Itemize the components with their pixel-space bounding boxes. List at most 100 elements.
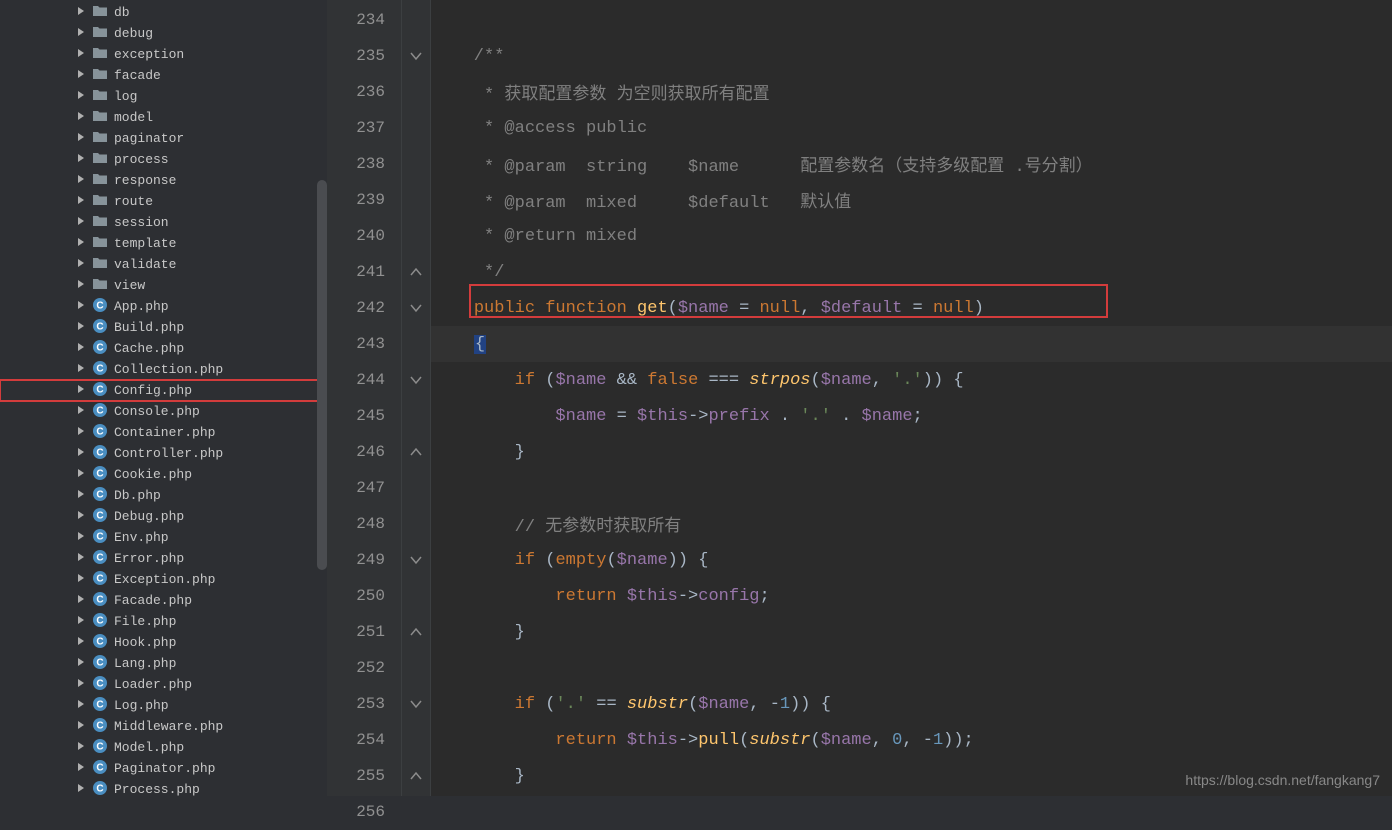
fold-marker[interactable] (402, 650, 430, 686)
file-explorer-sidebar[interactable]: dbdebugexceptionfacadelogmodelpaginatorp… (0, 0, 327, 796)
fold-marker[interactable] (402, 398, 430, 434)
code-line-237[interactable]: * @access public (431, 110, 1392, 146)
fold-marker[interactable] (402, 362, 430, 398)
tree-item-middleware-php[interactable]: CMiddleware.php (0, 716, 327, 737)
tree-item-route[interactable]: route (0, 191, 327, 212)
chevron-right-icon (76, 467, 92, 482)
sidebar-scrollbar[interactable] (317, 0, 327, 796)
code-line-251[interactable]: } (431, 614, 1392, 650)
tree-item-container-php[interactable]: CContainer.php (0, 422, 327, 443)
chevron-right-icon (76, 614, 92, 629)
fold-marker[interactable] (402, 38, 430, 74)
tree-item-file-php[interactable]: CFile.php (0, 611, 327, 632)
tree-item-cache-php[interactable]: CCache.php (0, 338, 327, 359)
tree-item-facade-php[interactable]: CFacade.php (0, 590, 327, 611)
fold-marker[interactable] (402, 110, 430, 146)
tree-item-debug[interactable]: debug (0, 23, 327, 44)
code-line-240[interactable]: * @return mixed (431, 218, 1392, 254)
tree-item-error-php[interactable]: CError.php (0, 548, 327, 569)
code-line-252[interactable] (431, 650, 1392, 686)
code-line-239[interactable]: * @param mixed $default 默认值 (431, 182, 1392, 218)
code-line-241[interactable]: */ (431, 254, 1392, 290)
tree-item-collection-php[interactable]: CCollection.php (0, 359, 327, 380)
code-line-236[interactable]: * 获取配置参数 为空则获取所有配置 (431, 74, 1392, 110)
tree-item-validate[interactable]: validate (0, 254, 327, 275)
fold-marker[interactable] (402, 218, 430, 254)
code-line-250[interactable]: return $this->config; (431, 578, 1392, 614)
fold-marker[interactable] (402, 326, 430, 362)
tree-item-label: template (114, 236, 176, 251)
folder-icon (92, 24, 114, 44)
tree-item-paginator[interactable]: paginator (0, 128, 327, 149)
code-line-245[interactable]: $name = $this->prefix . '.' . $name; (431, 398, 1392, 434)
code-editor[interactable]: 2342352362372382392402412422432442452462… (327, 0, 1392, 796)
fold-marker[interactable] (402, 686, 430, 722)
code-line-254[interactable]: return $this->pull(substr($name, 0, -1))… (431, 722, 1392, 758)
code-line-234[interactable] (431, 2, 1392, 38)
code-line-247[interactable] (431, 470, 1392, 506)
tree-item-controller-php[interactable]: CController.php (0, 443, 327, 464)
sidebar-scrollbar-thumb[interactable] (317, 180, 327, 570)
tree-item-lang-php[interactable]: CLang.php (0, 653, 327, 674)
code-line-242[interactable]: public function get($name = null, $defau… (431, 290, 1392, 326)
tree-item-model[interactable]: model (0, 107, 327, 128)
tree-item-loader-php[interactable]: CLoader.php (0, 674, 327, 695)
fold-marker[interactable] (402, 74, 430, 110)
fold-column[interactable] (401, 0, 431, 796)
fold-marker[interactable] (402, 2, 430, 38)
fold-marker[interactable] (402, 470, 430, 506)
tree-item-config-php[interactable]: CConfig.php (0, 380, 327, 401)
tree-item-template[interactable]: template (0, 233, 327, 254)
tree-item-view[interactable]: view (0, 275, 327, 296)
fold-marker[interactable] (402, 146, 430, 182)
tree-item-paginator-php[interactable]: CPaginator.php (0, 758, 327, 779)
tree-item-process-php[interactable]: CProcess.php (0, 779, 327, 796)
tree-item-hook-php[interactable]: CHook.php (0, 632, 327, 653)
fold-marker[interactable] (402, 578, 430, 614)
svg-text:C: C (96, 510, 103, 521)
tree-item-build-php[interactable]: CBuild.php (0, 317, 327, 338)
fold-marker[interactable] (402, 254, 430, 290)
fold-marker[interactable] (402, 794, 430, 830)
tree-item-facade[interactable]: facade (0, 65, 327, 86)
code-line-248[interactable]: // 无参数时获取所有 (431, 506, 1392, 542)
fold-marker[interactable] (402, 614, 430, 650)
fold-marker[interactable] (402, 542, 430, 578)
code-line-249[interactable]: if (empty($name)) { (431, 542, 1392, 578)
code-line-243[interactable]: { (431, 326, 1392, 362)
fold-marker[interactable] (402, 434, 430, 470)
class-icon: C (92, 339, 114, 359)
tree-item-exception-php[interactable]: CException.php (0, 569, 327, 590)
code-line-246[interactable]: } (431, 434, 1392, 470)
tree-item-model-php[interactable]: CModel.php (0, 737, 327, 758)
tree-item-exception[interactable]: exception (0, 44, 327, 65)
tree-item-db-php[interactable]: CDb.php (0, 485, 327, 506)
code-line-253[interactable]: if ('.' == substr($name, -1)) { (431, 686, 1392, 722)
code-line-244[interactable]: if ($name && false === strpos($name, '.'… (431, 362, 1392, 398)
tree-item-cookie-php[interactable]: CCookie.php (0, 464, 327, 485)
tree-item-console-php[interactable]: CConsole.php (0, 401, 327, 422)
tree-item-app-php[interactable]: CApp.php (0, 296, 327, 317)
tree-item-process[interactable]: process (0, 149, 327, 170)
code-line-256[interactable] (431, 794, 1392, 830)
fold-marker[interactable] (402, 758, 430, 794)
line-number: 246 (327, 434, 401, 470)
fold-marker[interactable] (402, 722, 430, 758)
tree-item-log-php[interactable]: CLog.php (0, 695, 327, 716)
tree-item-session[interactable]: session (0, 212, 327, 233)
tree-item-env-php[interactable]: CEnv.php (0, 527, 327, 548)
folder-icon (92, 150, 114, 170)
folder-icon (92, 171, 114, 191)
tree-item-debug-php[interactable]: CDebug.php (0, 506, 327, 527)
fold-marker[interactable] (402, 182, 430, 218)
tree-item-log[interactable]: log (0, 86, 327, 107)
code-line-238[interactable]: * @param string $name 配置参数名（支持多级配置 .号分割） (431, 146, 1392, 182)
code-line-235[interactable]: /** (431, 38, 1392, 74)
tree-item-label: Env.php (114, 530, 169, 545)
chevron-right-icon (76, 656, 92, 671)
fold-marker[interactable] (402, 290, 430, 326)
fold-marker[interactable] (402, 506, 430, 542)
tree-item-response[interactable]: response (0, 170, 327, 191)
code-area[interactable]: /** * 获取配置参数 为空则获取所有配置 * @access public … (431, 0, 1392, 796)
tree-item-db[interactable]: db (0, 2, 327, 23)
